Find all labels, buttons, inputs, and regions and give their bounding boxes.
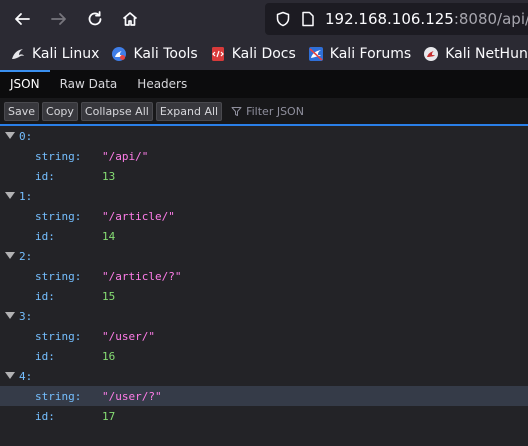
string-value: "/article/?" [102,269,182,283]
reload-icon [88,11,102,26]
property-key: string: [35,389,82,403]
number-value: 17 [102,409,116,423]
tree-row-id[interactable]: id: 16 [0,346,528,366]
tree-row-index[interactable]: 0: [0,126,528,146]
tree-row-index[interactable]: 4: [0,366,528,386]
tree-row-id[interactable]: id: 13 [0,166,528,186]
bookmark-kali-linux[interactable]: Kali Linux [10,46,99,62]
tree-row-string[interactable]: string: "/user/" [0,326,528,346]
property-key: string: [35,149,82,163]
tab-raw-data[interactable]: Raw Data [50,70,128,98]
browser-toolbar: 192.168.106.125:8080/api/ [0,0,528,38]
bookmark-label: Kali Docs [231,46,296,62]
bookmarks-toolbar: Kali Linux Kali Tools Kali Docs Kali For… [0,38,528,70]
string-value: "/api/" [102,149,149,163]
expand-triangle-icon[interactable] [5,132,15,139]
forward-button[interactable] [47,7,71,31]
expand-all-button[interactable]: Expand All [155,101,223,121]
tree-row-string[interactable]: string: "/user/?" [0,386,528,406]
bookmark-kali-forums[interactable]: Kali Forums [308,46,411,62]
filter-json-input[interactable]: Filter JSON [231,105,304,118]
number-value: 14 [102,229,116,243]
tree-row-string[interactable]: string: "/api/" [0,146,528,166]
property-key: id: [35,229,55,243]
expand-triangle-icon[interactable] [5,252,15,259]
viewer-actions: Save Copy Collapse All Expand All Filter… [0,98,528,126]
property-key: string: [35,269,82,283]
string-value: "/user/" [102,329,155,343]
tree-row-id[interactable]: id: 17 [0,406,528,426]
number-value: 15 [102,289,116,303]
tree-row-string[interactable]: string: "/article/" [0,206,528,226]
reload-button[interactable] [83,7,107,31]
property-key: id: [35,289,55,303]
shield-icon[interactable] [275,11,291,27]
kali-nethunter-icon [423,46,439,62]
tab-json[interactable]: JSON [0,70,50,98]
tree-row-index[interactable]: 2: [0,246,528,266]
url-path: :8080/api/ [453,10,528,28]
tree-row-id[interactable]: id: 14 [0,226,528,246]
viewer-tabs: JSON Raw Data Headers [0,70,528,98]
collapse-all-button[interactable]: Collapse All [80,101,153,121]
bookmark-label: Kali Linux [32,46,100,62]
tab-headers[interactable]: Headers [127,70,197,98]
tree-row-index[interactable]: 3: [0,306,528,326]
bookmark-kali-tools[interactable]: Kali Tools [111,46,198,62]
string-value: "/article/" [102,209,175,223]
property-key: id: [35,169,55,183]
back-button[interactable] [10,7,34,31]
index-key: 3: [19,309,33,323]
number-value: 13 [102,169,116,183]
kali-tools-icon [111,46,127,62]
property-key: string: [35,329,82,343]
tree-row-id[interactable]: id: 15 [0,286,528,306]
bookmark-kali-docs[interactable]: Kali Docs [210,46,296,62]
expand-triangle-icon[interactable] [5,192,15,199]
tree-row-index[interactable]: 1: [0,186,528,206]
home-button[interactable] [118,7,142,31]
kali-docs-icon [210,46,226,62]
arrow-left-icon [15,13,30,25]
save-button[interactable]: Save [4,101,40,121]
property-key: string: [35,209,82,223]
index-key: 0: [19,129,33,143]
index-key: 2: [19,249,33,263]
property-key: id: [35,409,55,423]
url-host: 192.168.106.125 [325,10,454,28]
kali-forums-icon [308,46,324,62]
expand-triangle-icon[interactable] [5,312,15,319]
index-key: 1: [19,189,33,203]
bookmark-label: Kali Tools [133,46,198,62]
bookmark-label: Kali NetHunter [445,46,528,62]
copy-button[interactable]: Copy [42,101,78,121]
page-icon[interactable] [301,11,315,27]
url-text[interactable]: 192.168.106.125:8080/api/ [325,10,528,28]
arrow-right-icon [51,13,66,25]
index-key: 4: [19,369,33,383]
filter-placeholder: Filter JSON [246,104,304,118]
home-icon [122,12,138,26]
bookmark-label: Kali Forums [329,46,412,62]
bookmark-kali-nethunter[interactable]: Kali NetHunter [423,46,528,62]
number-value: 16 [102,349,116,363]
kali-dragon-icon [10,46,26,62]
json-tree: 0: string: "/api/" id: 13 1: string: "/a… [0,126,528,426]
expand-triangle-icon[interactable] [5,372,15,379]
string-value: "/user/?" [102,389,162,403]
filter-icon [231,106,242,116]
property-key: id: [35,349,55,363]
url-bar[interactable]: 192.168.106.125:8080/api/ [265,3,528,35]
tree-row-string[interactable]: string: "/article/?" [0,266,528,286]
